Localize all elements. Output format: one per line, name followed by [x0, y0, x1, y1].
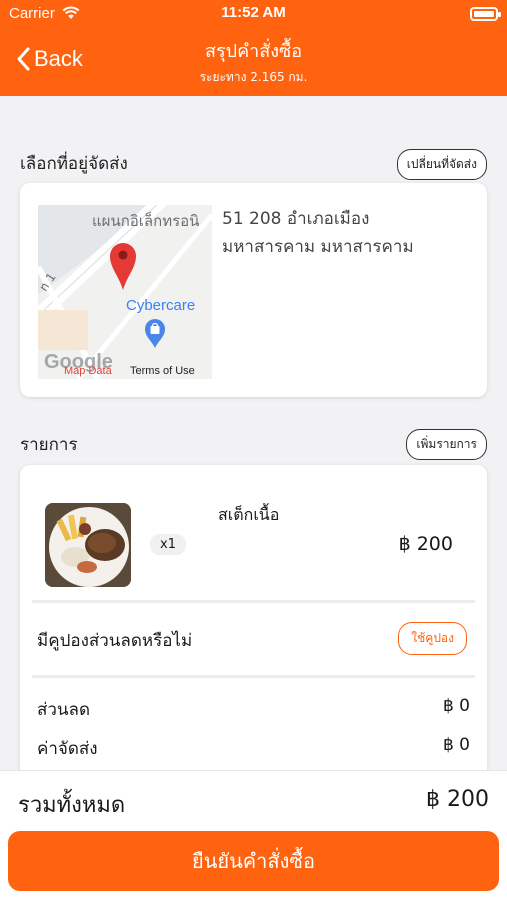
map-terms-link[interactable]: Terms of Use	[130, 365, 195, 377]
items-section-label: รายการ	[20, 435, 78, 455]
address-line-2: มหาสารคาม มหาสารคาม	[222, 237, 414, 257]
coupon-question: มีคูปองส่วนลดหรือไม่	[37, 631, 193, 651]
delivery-section-label: เลือกที่อยู่จัดส่ง	[20, 154, 128, 174]
total-label: รวมทั้งหมด	[18, 793, 126, 818]
page-title: สรุปคำสั่งซื้อ	[204, 41, 303, 62]
delivery-fee-value: ฿ 0	[442, 735, 470, 755]
top-bar: Carrier 11:52 AM Back สรุปคำสั่งซื้อ ระย…	[0, 0, 507, 96]
status-bar: Carrier 11:52 AM	[0, 4, 507, 24]
item-name: สเต็กเนื้อ	[218, 505, 280, 524]
total-value: ฿ 200	[426, 787, 489, 812]
food-image	[45, 503, 131, 587]
divider	[32, 600, 475, 603]
map-place-label: แผนกอิเล็กทรอนิ	[92, 212, 200, 230]
distance-subtitle: ระยะทาง 2.165 กม.	[199, 70, 308, 84]
item-price: ฿ 200	[398, 533, 453, 555]
discount-label: ส่วนลด	[37, 700, 91, 720]
order-items-card: x1 สเต็กเนื้อ ฿ 200 มีคูปองส่วนลดหรือไม่…	[20, 465, 487, 785]
map-poi-label: Cybercare	[126, 297, 196, 314]
confirm-order-button[interactable]: ยืนยันคำสั่งซื้อ	[8, 831, 499, 891]
clock: 11:52 AM	[221, 4, 286, 21]
map-data-link[interactable]: Map Data	[64, 365, 112, 377]
delivery-fee-label: ค่าจัดส่ง	[37, 739, 98, 759]
order-footer: รวมทั้งหมด ฿ 200 ยืนยันคำสั่งซื้อ	[0, 770, 507, 900]
change-address-button[interactable]: เปลี่ยนที่จัดส่ง	[396, 149, 487, 180]
divider	[32, 675, 475, 678]
address-card[interactable]: แผนกอิเล็กทรอนิ n 1 Cybercare Google Map…	[20, 183, 487, 397]
use-coupon-button[interactable]: ใช้คูปอง	[398, 622, 467, 655]
shopping-bag-icon	[143, 317, 167, 353]
delivery-address: 51 208 อำเภอเมือง มหาสารคาม มหาสารคาม	[222, 205, 472, 261]
add-item-button[interactable]: เพิ่มรายการ	[406, 429, 487, 460]
item-quantity: x1	[150, 534, 186, 555]
battery-icon	[470, 7, 501, 21]
discount-value: ฿ 0	[442, 696, 470, 716]
map-thumbnail[interactable]: แผนกอิเล็กทรอนิ n 1 Cybercare Google Map…	[38, 205, 212, 379]
address-line-1: 51 208 อำเภอเมือง	[222, 209, 370, 229]
map-pin-icon	[108, 238, 138, 296]
